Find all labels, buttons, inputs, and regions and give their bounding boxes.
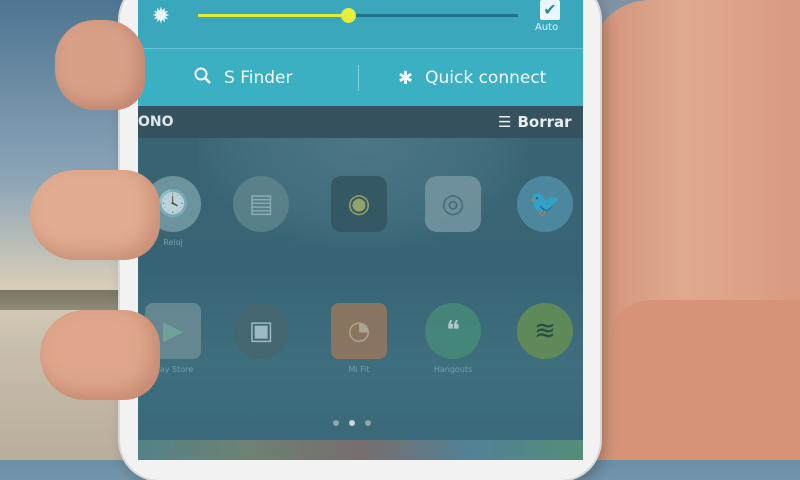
- finder-divider: [358, 65, 359, 91]
- notification-header: ONO ☰ Borrar: [138, 106, 583, 138]
- quick-connect-label: Quick connect: [425, 68, 547, 88]
- clear-notifications-button[interactable]: ☰ Borrar: [498, 113, 572, 131]
- brightness-panel: ✹ ✔ Auto: [138, 0, 583, 48]
- carrier-label: ONO: [138, 114, 174, 130]
- finder-bar: S Finder ✱ Quick connect: [138, 48, 583, 107]
- clear-all-icon: ☰: [498, 113, 512, 131]
- hand-finger-middle: [30, 170, 160, 260]
- auto-label: Auto: [535, 22, 559, 33]
- brightness-slider-thumb[interactable]: [341, 8, 357, 23]
- page-dot[interactable]: [365, 420, 371, 426]
- quick-connect-button[interactable]: ✱ Quick connect: [398, 63, 546, 93]
- page-dot-active[interactable]: [349, 420, 355, 426]
- brightness-slider-fill: [198, 14, 349, 17]
- hand-finger-top: [55, 20, 145, 110]
- hand-palm-lower: [610, 300, 800, 460]
- dock: [138, 440, 583, 460]
- page-dot[interactable]: [333, 420, 339, 426]
- notification-shade-overlay: [138, 138, 583, 460]
- hand-finger-lower: [40, 310, 160, 400]
- auto-checkbox[interactable]: ✔: [540, 0, 560, 20]
- page-indicator: [333, 420, 371, 426]
- search-icon: [194, 67, 212, 90]
- s-finder-button[interactable]: S Finder: [194, 63, 292, 93]
- background-treeline: [0, 290, 140, 310]
- asterisk-icon: ✱: [398, 67, 414, 89]
- s-finder-label: S Finder: [224, 68, 293, 88]
- phone-screen: ✹ ✔ Auto S Finder ✱ Quick connect ONO ☰ …: [138, 0, 583, 460]
- brightness-slider[interactable]: [198, 8, 518, 23]
- clear-label: Borrar: [517, 113, 572, 131]
- brightness-auto-icon[interactable]: ✹: [146, 2, 176, 32]
